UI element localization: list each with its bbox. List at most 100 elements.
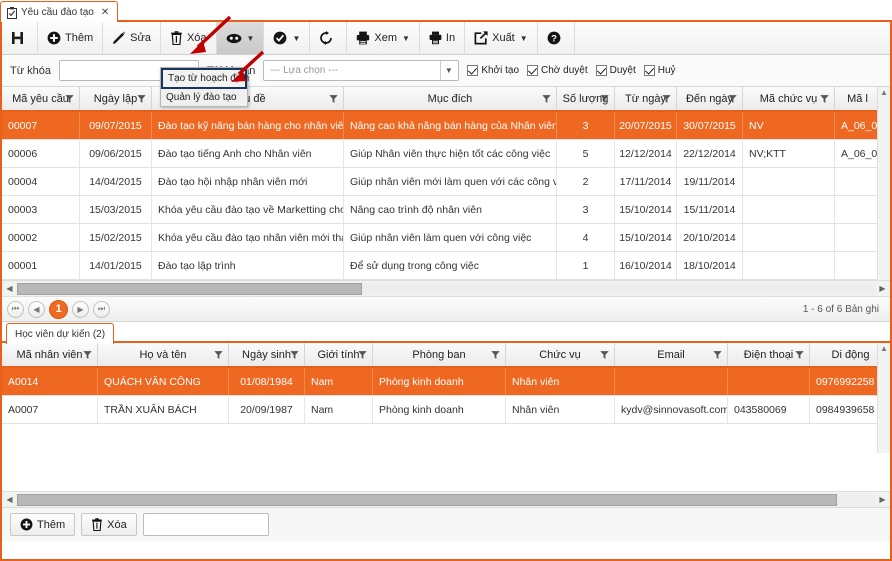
filter-funnel-icon[interactable] <box>214 350 223 359</box>
filter-funnel-icon[interactable] <box>728 94 737 103</box>
main-grid-header-3[interactable]: Mục đích <box>344 87 557 110</box>
chevron-down-icon[interactable]: ▼ <box>402 34 410 43</box>
pager-first-button[interactable]: ⏮ <box>7 300 24 318</box>
detail-grid-header-1[interactable]: Họ và tên <box>98 343 229 366</box>
main-grid-header-7[interactable]: Mã chức vụ <box>743 87 835 110</box>
main-grid-row[interactable]: 00004 14/04/2015 Đào tạo hội nhập nhân viê… <box>2 168 877 196</box>
detail-delete-button[interactable]: Xóa <box>81 513 137 536</box>
detail-add-button[interactable]: Thêm <box>10 513 76 536</box>
plus-circle-icon <box>20 518 33 531</box>
filter-funnel-icon[interactable] <box>290 350 299 359</box>
main-grid-row[interactable]: 00006 09/06/2015 Đào tạo tiếng Anh cho Nhâ… <box>2 140 877 168</box>
checkbox-cho-duyet[interactable]: Chờ duyệt <box>527 65 588 76</box>
main-grid-row[interactable]: 00007 09/07/2015 Đào tạo kỹ năng bán hàng … <box>2 112 877 140</box>
main-grid-header-4[interactable]: Số lượng <box>557 87 615 110</box>
detail-grid-header-3[interactable]: Giới tính <box>305 343 373 366</box>
scroll-up-icon[interactable]: ▲ <box>880 87 888 99</box>
pager-prev-button[interactable]: ◀ <box>28 300 45 318</box>
filter-funnel-icon[interactable] <box>820 94 829 103</box>
checkbox-huy[interactable]: Huỷ <box>643 65 676 76</box>
window-tab-training-request[interactable]: Yêu cầu đào tạo ✕ <box>0 1 119 23</box>
checkbox-khoi-tao[interactable]: Khởi tạo <box>467 65 519 76</box>
checkbox-duyet[interactable]: Duyệt <box>595 65 636 76</box>
create-split-button[interactable]: ▼ <box>216 22 265 54</box>
main-grid-row[interactable]: 00002 15/02/2015 Khóa yêu cầu đào tạo nhân… <box>2 224 877 252</box>
scroll-right-icon[interactable]: ▶ <box>875 495 890 504</box>
main-grid-vscrollbar[interactable]: ▲ <box>877 87 890 280</box>
detail-grid-header-7[interactable]: Điện thoại <box>728 343 810 366</box>
filter-funnel-icon[interactable] <box>491 350 500 359</box>
scroll-up-icon[interactable]: ▲ <box>880 343 888 355</box>
export-button[interactable]: Xuất ▼ <box>465 22 538 54</box>
pager-next-button[interactable]: ▶ <box>72 300 89 318</box>
detail-grid-vscrollbar[interactable]: ▲ <box>877 343 890 453</box>
hscroll-thumb[interactable] <box>17 282 362 295</box>
filter-funnel-icon[interactable] <box>65 94 74 103</box>
filter-funnel-icon[interactable] <box>542 94 551 103</box>
pager-page-1[interactable]: 1 <box>49 299 68 319</box>
menu-item-tao-tu-hoach-dinh[interactable]: Tạo từ hoạch định <box>161 68 249 89</box>
delete-button[interactable]: Xóa <box>161 22 217 54</box>
detail-grid-header-4[interactable]: Phòng ban <box>373 343 506 366</box>
tab-hoc-vien-du-kien[interactable]: Học viên dự kiến (2) <box>6 323 115 344</box>
main-grid-header-0[interactable]: Mã yêu cầu <box>2 87 80 110</box>
chevron-down-icon[interactable]: ▼ <box>440 61 456 80</box>
detail-grid-header-0[interactable]: Mã nhân viên <box>2 343 98 366</box>
detail-search-input[interactable] <box>142 513 269 536</box>
detail-hscroll-track[interactable] <box>17 493 875 506</box>
check-icon <box>595 65 607 76</box>
filter-funnel-icon[interactable] <box>358 350 367 359</box>
filter-funnel-icon[interactable] <box>137 94 146 103</box>
view-button[interactable]: Xem ▼ <box>347 22 420 54</box>
chevron-down-icon[interactable]: ▼ <box>520 34 528 43</box>
filter-funnel-icon[interactable] <box>713 350 722 359</box>
add-button[interactable]: Thêm <box>38 22 104 54</box>
main-grid-hscrollbar[interactable]: ◀ ▶ <box>2 280 890 296</box>
help-button[interactable]: ? <box>538 22 575 54</box>
close-icon[interactable]: ✕ <box>101 7 109 18</box>
filter-funnel-icon[interactable] <box>83 350 92 359</box>
main-grid-cell <box>835 252 877 279</box>
navigate-button[interactable] <box>2 22 38 54</box>
main-grid-header-5[interactable]: Từ ngày <box>615 87 677 110</box>
chevron-down-icon[interactable]: ▼ <box>247 34 255 43</box>
scroll-right-icon[interactable]: ▶ <box>875 284 890 293</box>
account-select[interactable]: --- Lựa chọn --- ▼ <box>263 60 460 81</box>
detail-grid-body: A0014 QUÁCH VĂN CÔNG 01/08/1984 Nam Phòng ki… <box>2 368 877 424</box>
filter-funnel-icon[interactable] <box>600 350 609 359</box>
approve-split-button[interactable]: ▼ <box>264 22 311 54</box>
print-button[interactable]: In <box>420 22 466 54</box>
hscroll-track[interactable] <box>17 282 875 295</box>
scroll-left-icon[interactable]: ◀ <box>2 495 17 504</box>
detail-grid-header-label: Di động <box>831 348 870 361</box>
detail-grid-header-6[interactable]: Email <box>615 343 728 366</box>
main-grid-row[interactable]: 00001 14/01/2015 Đào tạo lập trình Để sử dụ… <box>2 252 877 280</box>
edit-button[interactable]: Sửa <box>103 22 161 54</box>
refresh-button[interactable] <box>310 22 348 54</box>
detail-grid-header-2[interactable]: Ngày sinh <box>229 343 305 366</box>
main-grid-row[interactable]: 00003 15/03/2015 Khóa yêu cầu đào tạo về M… <box>2 196 877 224</box>
filter-funnel-icon[interactable] <box>329 94 338 103</box>
detail-hscroll-thumb[interactable] <box>17 493 837 506</box>
scroll-left-icon[interactable]: ◀ <box>2 284 17 293</box>
detail-grid-hscrollbar[interactable]: ◀ ▶ <box>2 491 890 507</box>
pager-last-button[interactable]: ⏭ <box>93 300 110 318</box>
detail-grid-cell: TRẦN XUÂN BÁCH <box>98 396 229 423</box>
detail-grid-header-5[interactable]: Chức vụ <box>506 343 615 366</box>
filter-funnel-icon[interactable] <box>600 94 609 103</box>
chevron-down-icon[interactable]: ▼ <box>292 34 300 43</box>
main-grid-header: Mã yêu cầuNgày lậpTiêu đềMục đíchSố lượn… <box>2 87 877 112</box>
create-dropdown-menu[interactable]: Tạo từ hoạch định Quản lý đào tạo <box>160 67 249 107</box>
question-circle-icon: ? <box>547 31 561 45</box>
main-grid-header-6[interactable]: Đến ngày <box>677 87 743 110</box>
menu-item-quan-ly-dao-tao[interactable]: Quản lý đào tạo <box>161 89 247 106</box>
main-grid-header-1[interactable]: Ngày lập <box>80 87 152 110</box>
detail-grid-header-8[interactable]: Di động <box>810 343 877 366</box>
detail-grid-row[interactable]: A0014 QUÁCH VĂN CÔNG 01/08/1984 Nam Phòng ki… <box>2 368 877 396</box>
filter-funnel-icon[interactable] <box>795 350 804 359</box>
filter-funnel-icon[interactable] <box>662 94 671 103</box>
detail-grid-row[interactable]: A0007 TRẦN XUÂN BÁCH 20/09/1987 Nam Phòng ki… <box>2 396 877 424</box>
main-grid-cell <box>835 168 877 195</box>
main-grid-header-8[interactable]: Mã l <box>835 87 877 110</box>
